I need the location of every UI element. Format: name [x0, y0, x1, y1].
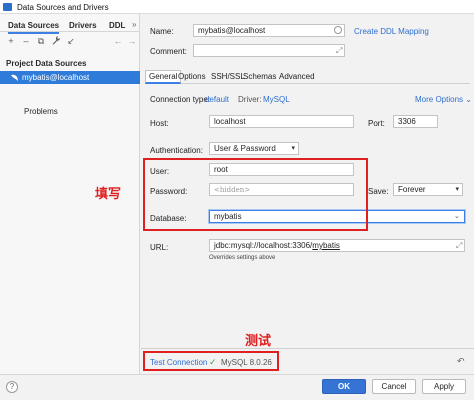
save-value: Forever — [398, 185, 426, 194]
save-label: Save: — [368, 187, 389, 196]
expand-icon[interactable]: ⤢ — [336, 46, 342, 56]
remove-icon[interactable]: – — [20, 35, 32, 47]
section-project-data-sources: Project Data Sources — [6, 59, 87, 68]
port-label: Port: — [368, 119, 385, 128]
host-field[interactable]: localhost — [209, 115, 354, 128]
left-tabs: Data Sources Drivers DDL » — [0, 18, 140, 34]
comment-field[interactable] — [193, 44, 345, 57]
revert-icon[interactable]: ↶ — [457, 356, 465, 367]
tab-drivers[interactable]: Drivers — [69, 21, 97, 30]
duplicate-icon[interactable]: ⧉ — [35, 35, 47, 47]
forward-icon[interactable]: → — [126, 35, 138, 47]
save-select[interactable]: Forever ▾ — [393, 183, 463, 196]
cancel-button[interactable]: Cancel — [372, 379, 416, 394]
add-icon[interactable]: + — [5, 35, 17, 47]
chevron-down-icon[interactable]: ⌄ — [454, 212, 460, 220]
overrides-note: Overrides settings above — [209, 255, 276, 261]
checkmark-icon: ✓ — [209, 357, 217, 367]
connection-type-link[interactable]: default — [205, 95, 229, 104]
tab-options[interactable]: Options — [178, 72, 206, 81]
back-icon[interactable]: ← — [112, 35, 124, 47]
problems-item[interactable]: Problems — [24, 107, 58, 116]
annotation-test: 测试 — [245, 334, 272, 349]
tab-advanced[interactable]: Advanced — [279, 72, 315, 81]
mysql-dolphin-icon — [10, 73, 19, 84]
divider — [141, 348, 474, 349]
tab-data-sources[interactable]: Data Sources — [8, 21, 60, 34]
url-database: mybatis — [312, 241, 340, 250]
create-ddl-mapping-link[interactable]: Create DDL Mapping — [354, 27, 429, 36]
test-result: MySQL 8.0.26 — [221, 358, 272, 367]
name-field[interactable]: mybatis@localhost — [193, 24, 345, 37]
test-connection-link[interactable]: Test Connection — [150, 358, 207, 367]
color-circle-icon[interactable] — [334, 26, 342, 34]
tab-schemas[interactable]: Schemas — [243, 72, 276, 81]
url-label: URL: — [150, 243, 169, 252]
chevron-down-icon: ▾ — [455, 186, 459, 193]
driver-link[interactable]: MySQL — [263, 95, 290, 104]
help-button[interactable]: ? — [6, 381, 18, 393]
more-options-link[interactable]: More Options ⌄ — [415, 95, 472, 104]
expand-icon[interactable]: ⤢ — [456, 241, 462, 251]
annotation-box — [143, 158, 368, 231]
left-toolbar: + – ⧉ ↙ ← → — [0, 35, 140, 49]
tab-general[interactable]: General — [145, 70, 182, 84]
more-tabs-icon[interactable]: » — [132, 20, 136, 29]
authentication-select[interactable]: User & Password ▾ — [209, 142, 299, 155]
import-icon[interactable]: ↙ — [65, 35, 77, 47]
host-label: Host: — [150, 119, 169, 128]
tab-ssh-ssl[interactable]: SSH/SSL — [211, 72, 245, 81]
url-field[interactable]: jdbc:mysql://localhost:3306/mybatis — [209, 239, 465, 252]
annotation-fill: 填写 — [95, 187, 122, 202]
wrench-icon[interactable] — [50, 35, 62, 47]
driver-label: Driver: — [238, 95, 262, 104]
url-prefix: jdbc:mysql://localhost:3306/ — [214, 241, 313, 250]
settings-tabs: General Options SSH/SSL Schemas Advanced — [145, 70, 470, 84]
connection-type-label: Connection type: — [150, 95, 211, 104]
tree-item-mybatis[interactable]: mybatis@localhost — [0, 71, 140, 84]
ok-button[interactable]: OK — [322, 379, 366, 394]
name-label: Name: — [150, 27, 174, 36]
authentication-label: Authentication: — [150, 146, 203, 155]
app-icon — [3, 3, 12, 11]
port-field[interactable]: 3306 — [393, 115, 438, 128]
authentication-value: User & Password — [214, 144, 276, 153]
chevron-down-icon: ▾ — [291, 145, 295, 152]
tab-ddl[interactable]: DDL — [109, 21, 125, 30]
tree-item-label: mybatis@localhost — [22, 73, 90, 82]
apply-button[interactable]: Apply — [422, 379, 466, 394]
window-title: Data Sources and Drivers — [17, 3, 109, 12]
comment-label: Comment: — [150, 47, 187, 56]
title-bar: Data Sources and Drivers — [0, 0, 474, 14]
